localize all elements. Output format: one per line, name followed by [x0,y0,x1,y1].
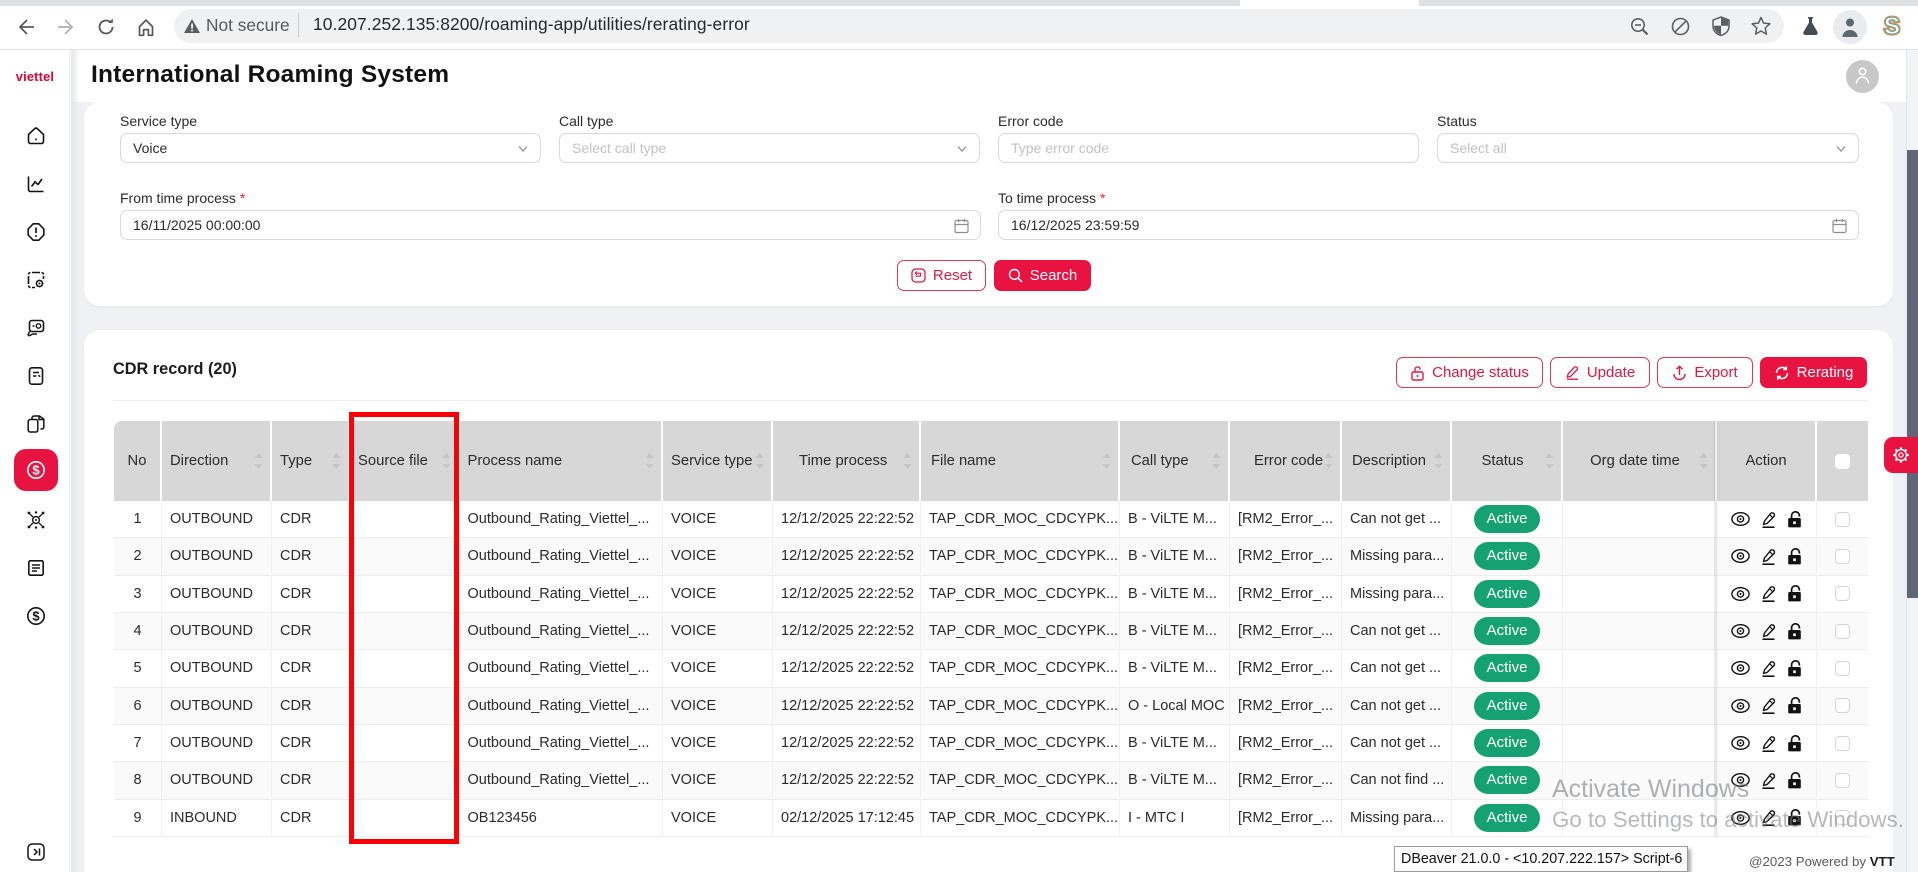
svg-text:$: $ [32,609,40,624]
svg-text:$: $ [32,463,40,478]
svg-text:S: S [1884,13,1900,39]
